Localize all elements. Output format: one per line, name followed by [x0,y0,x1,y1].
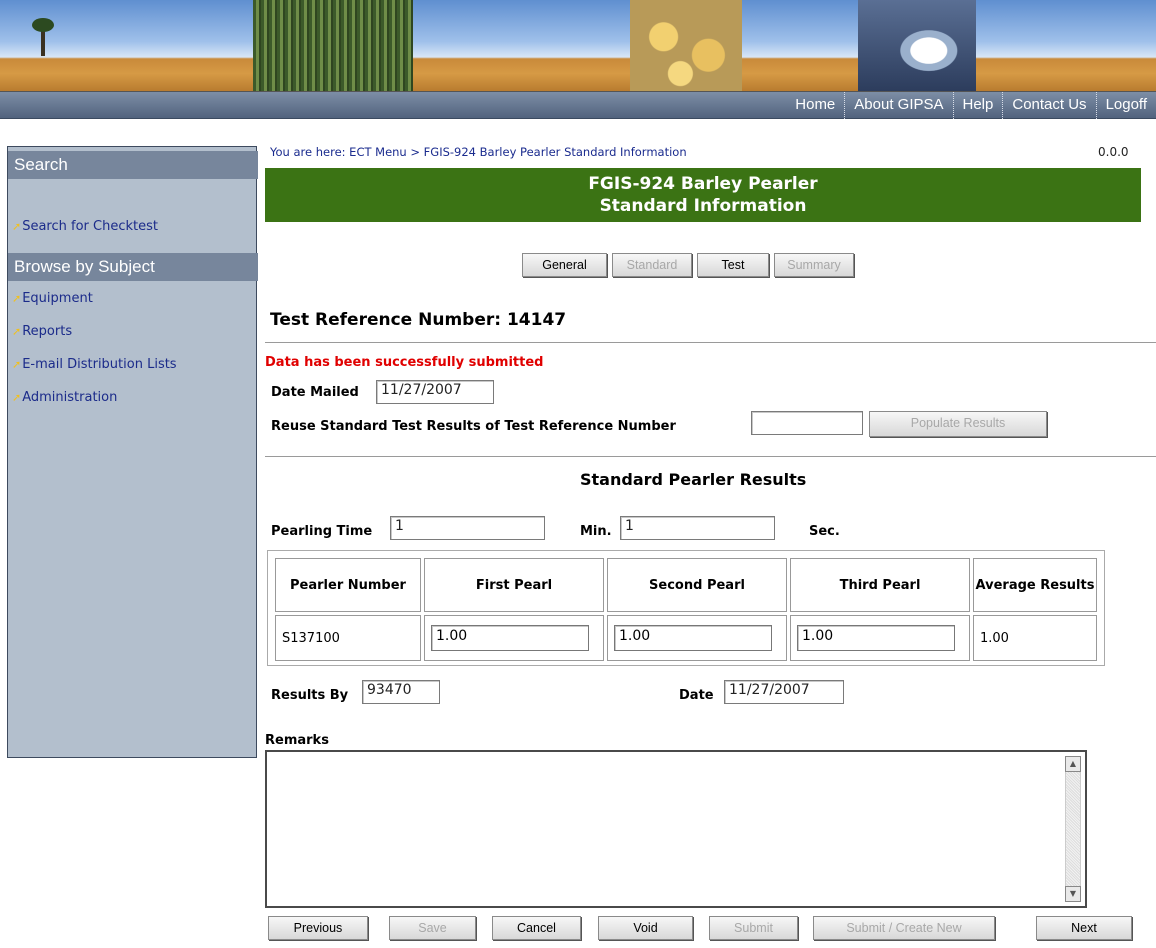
banner-tree [32,18,54,56]
results-table: Pearler Number First Pearl Second Pearl … [267,550,1105,666]
pearling-min-field[interactable]: 1 [390,516,545,540]
sidebar-link-label: Equipment [22,291,93,306]
section-title: Standard Pearler Results [580,470,807,489]
tab-standard: Standard [612,253,692,277]
sidebar-link-email-lists[interactable]: ➚E-mail Distribution Lists [12,357,177,372]
nav-about-gipsa[interactable]: About GIPSA [844,92,952,119]
pearler-number-cell: S137100 [275,615,421,661]
col-pearler-number: Pearler Number [275,558,421,612]
remarks-label: Remarks [265,733,329,748]
void-button[interactable]: Void [598,916,693,940]
nav-help[interactable]: Help [952,92,1003,119]
page-title: FGIS-924 Barley Pearler Standard Informa… [265,168,1141,222]
breadcrumb: You are here: ECT Menu > FGIS-924 Barley… [270,145,687,159]
tab-bar: General Standard Test Summary [522,253,859,277]
second-pearl-input[interactable]: 1.00 [614,625,772,651]
next-button[interactable]: Next [1036,916,1132,940]
pearling-sec-field[interactable]: 1 [620,516,775,540]
top-nav: Home About GIPSA Help Contact Us Logoff [0,92,1156,119]
date-field[interactable]: 11/27/2007 [724,680,844,704]
banner-sky [0,0,1156,91]
tab-general[interactable]: General [522,253,607,277]
sidebar-search-header: Search [8,151,258,179]
tab-test[interactable]: Test [697,253,769,277]
nav-home[interactable]: Home [786,92,844,119]
save-button: Save [389,916,476,940]
divider [265,456,1156,457]
remarks-textarea[interactable]: ▲ ▼ [265,750,1087,908]
first-pearl-input[interactable]: 1.00 [431,625,589,651]
arrow-icon: ➚ [12,391,22,404]
header-banner [0,0,1156,92]
sidebar-link-label: Search for Checktest [22,219,158,234]
second-pearl-cell: 1.00 [607,615,787,661]
version-label: 0.0.0 [1098,145,1129,159]
pearling-time-label: Pearling Time [271,524,373,539]
submit-button: Submit [709,916,798,940]
sidebar-link-label: Reports [22,324,73,339]
results-by-field[interactable]: 93470 [362,680,440,704]
sidebar-link-equipment[interactable]: ➚Equipment [12,291,93,306]
populate-results-button: Populate Results [869,411,1047,437]
min-label: Min. [580,524,612,539]
nav-contact-us[interactable]: Contact Us [1002,92,1095,119]
arrow-icon: ➚ [12,358,22,371]
table-header-row: Pearler Number First Pearl Second Pearl … [275,558,1097,612]
date-mailed-field[interactable]: 11/27/2007 [376,380,494,404]
sidebar-link-search-checktest[interactable]: ➚Search for Checktest [12,219,158,234]
sidebar-link-administration[interactable]: ➚Administration [12,390,117,405]
page-title-line1: FGIS-924 Barley Pearler [588,174,818,194]
submit-create-new-button: Submit / Create New [813,916,995,940]
sidebar-browse-header: Browse by Subject [8,253,258,281]
col-first-pearl: First Pearl [424,558,604,612]
arrow-icon: ➚ [12,325,22,338]
banner-crop-field [253,0,413,91]
reuse-reference-field[interactable] [751,411,863,435]
sidebar: Search ➚Search for Checktest Browse by S… [7,146,258,758]
date-label: Date [679,688,714,703]
scroll-down-icon[interactable]: ▼ [1065,886,1081,902]
third-pearl-input[interactable]: 1.00 [797,625,955,651]
first-pearl-cell: 1.00 [424,615,604,661]
third-pearl-cell: 1.00 [790,615,970,661]
sidebar-link-label: Administration [22,390,118,405]
success-message: Data has been successfully submitted [265,355,544,370]
arrow-icon: ➚ [12,220,22,233]
tab-summary: Summary [774,253,854,277]
remarks-scrollbar[interactable]: ▲ ▼ [1065,756,1081,902]
divider [265,342,1156,343]
sidebar-link-reports[interactable]: ➚Reports [12,324,72,339]
date-mailed-label: Date Mailed [271,385,359,400]
arrow-icon: ➚ [12,292,22,305]
previous-button[interactable]: Previous [268,916,368,940]
sec-label: Sec. [809,524,840,539]
results-by-label: Results By [271,688,349,703]
average-results-cell: 1.00 [973,615,1097,661]
scroll-up-icon[interactable]: ▲ [1065,756,1081,772]
col-second-pearl: Second Pearl [607,558,787,612]
sidebar-link-label: E-mail Distribution Lists [22,357,177,372]
banner-chicks-image [630,0,742,91]
banner-lab-image [858,0,976,91]
col-average-results: Average Results [973,558,1097,612]
page-title-line2: Standard Information [599,196,807,216]
table-row: S137100 1.00 1.00 1.00 1.00 [275,615,1097,661]
cancel-button[interactable]: Cancel [492,916,581,940]
reuse-label: Reuse Standard Test Results of Test Refe… [271,419,676,434]
col-third-pearl: Third Pearl [790,558,970,612]
test-reference-number: Test Reference Number: 14147 [270,310,567,330]
nav-logoff[interactable]: Logoff [1095,92,1156,119]
